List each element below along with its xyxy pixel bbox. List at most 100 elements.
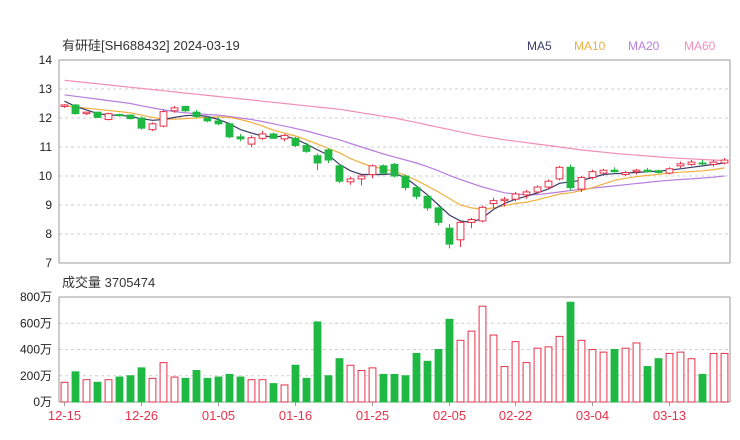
candle bbox=[346, 176, 355, 185]
candle bbox=[335, 163, 344, 184]
volume-bar bbox=[93, 381, 102, 403]
volume-bar bbox=[423, 360, 432, 403]
candle bbox=[489, 197, 498, 208]
volume-bar bbox=[632, 342, 641, 403]
volume-bar bbox=[324, 375, 333, 403]
candle bbox=[434, 206, 443, 226]
candle-body bbox=[577, 176, 586, 190]
candle-body bbox=[324, 149, 333, 161]
candle-body bbox=[60, 104, 69, 107]
volume-bar bbox=[203, 377, 212, 403]
candle bbox=[247, 135, 256, 147]
candle bbox=[632, 168, 641, 175]
volume-bar bbox=[71, 371, 80, 403]
candle-body bbox=[544, 180, 553, 188]
price-tick-label: 13 bbox=[39, 82, 53, 96]
price-tick-label: 7 bbox=[45, 256, 52, 270]
candle bbox=[104, 112, 113, 121]
candle-body bbox=[137, 117, 146, 129]
candle bbox=[412, 186, 421, 200]
volume-bar bbox=[489, 334, 498, 403]
date-tick-label: 01-05 bbox=[202, 408, 235, 423]
candle-body bbox=[632, 169, 641, 173]
candle-body bbox=[654, 170, 663, 174]
candle bbox=[467, 218, 476, 229]
volume-bar bbox=[280, 384, 289, 403]
date-tick-label: 12-26 bbox=[125, 408, 158, 423]
date-tick-label: 02-05 bbox=[433, 408, 466, 423]
candle-body bbox=[170, 107, 179, 112]
date-tick-label: 02-22 bbox=[499, 408, 532, 423]
volume-bar bbox=[346, 364, 355, 403]
candle-body bbox=[291, 137, 300, 147]
candle bbox=[390, 162, 399, 178]
volume-bar bbox=[412, 352, 421, 403]
volume-bar bbox=[137, 367, 146, 403]
legend-ma10: MA10 bbox=[574, 39, 606, 53]
candle-body bbox=[566, 166, 575, 189]
price-tick-label: 8 bbox=[45, 227, 52, 241]
volume-bar bbox=[643, 366, 652, 403]
candle bbox=[676, 161, 685, 168]
volume-bar bbox=[236, 376, 245, 403]
volume-bar bbox=[577, 339, 586, 403]
volume-bar bbox=[500, 366, 509, 403]
price-tick-label: 11 bbox=[40, 140, 53, 154]
candle-body bbox=[236, 136, 245, 140]
volume-bar bbox=[247, 379, 256, 403]
candle bbox=[654, 169, 663, 174]
candle-body bbox=[82, 111, 91, 115]
candle bbox=[225, 122, 234, 139]
volume-bar bbox=[588, 349, 597, 403]
candle bbox=[291, 136, 300, 147]
legend-ma20: MA20 bbox=[628, 39, 660, 53]
candle bbox=[269, 132, 278, 139]
candle bbox=[566, 164, 575, 191]
candle-body bbox=[93, 111, 102, 118]
candle-body bbox=[599, 169, 608, 174]
volume-bar bbox=[181, 377, 190, 403]
volume-bar bbox=[599, 351, 608, 403]
volume-bar bbox=[676, 351, 685, 403]
volume-bar bbox=[555, 335, 564, 403]
volume-bar bbox=[621, 347, 630, 403]
volume-bar bbox=[687, 358, 696, 403]
volume-bar bbox=[665, 352, 674, 403]
candle-body bbox=[346, 178, 355, 183]
date-tick-label: 03-04 bbox=[576, 408, 609, 423]
candle bbox=[93, 111, 102, 118]
candle bbox=[610, 167, 619, 173]
candle bbox=[82, 111, 91, 116]
candle bbox=[621, 170, 630, 176]
volume-bar bbox=[445, 318, 454, 403]
candle-body bbox=[71, 104, 80, 115]
candle bbox=[137, 116, 146, 130]
candle bbox=[159, 109, 168, 128]
candle-body bbox=[214, 120, 223, 125]
candle bbox=[665, 167, 674, 175]
candle-body bbox=[225, 123, 234, 138]
volume-bar bbox=[192, 370, 201, 403]
volume-bar bbox=[368, 367, 377, 403]
price-tick-label: 9 bbox=[45, 198, 52, 212]
candle-body bbox=[511, 193, 520, 200]
candle-body bbox=[148, 123, 157, 131]
volume-bar bbox=[115, 376, 124, 403]
candle-body bbox=[269, 133, 278, 139]
candle-body bbox=[335, 165, 344, 182]
legend-ma60: MA60 bbox=[684, 39, 716, 53]
candle-body bbox=[412, 187, 421, 197]
volume-bar bbox=[654, 358, 663, 403]
volume-bar bbox=[566, 301, 575, 403]
candle bbox=[379, 164, 388, 175]
candle-body bbox=[500, 198, 509, 202]
candle bbox=[445, 223, 454, 249]
volume-bar bbox=[269, 383, 278, 403]
volume-tick-label: 800万 bbox=[20, 290, 52, 304]
volume-bar bbox=[291, 364, 300, 403]
candle bbox=[478, 205, 487, 223]
volume-bar bbox=[148, 377, 157, 403]
volume-bar bbox=[214, 376, 223, 403]
volume-bar bbox=[313, 321, 322, 403]
volume-bar bbox=[60, 381, 69, 403]
